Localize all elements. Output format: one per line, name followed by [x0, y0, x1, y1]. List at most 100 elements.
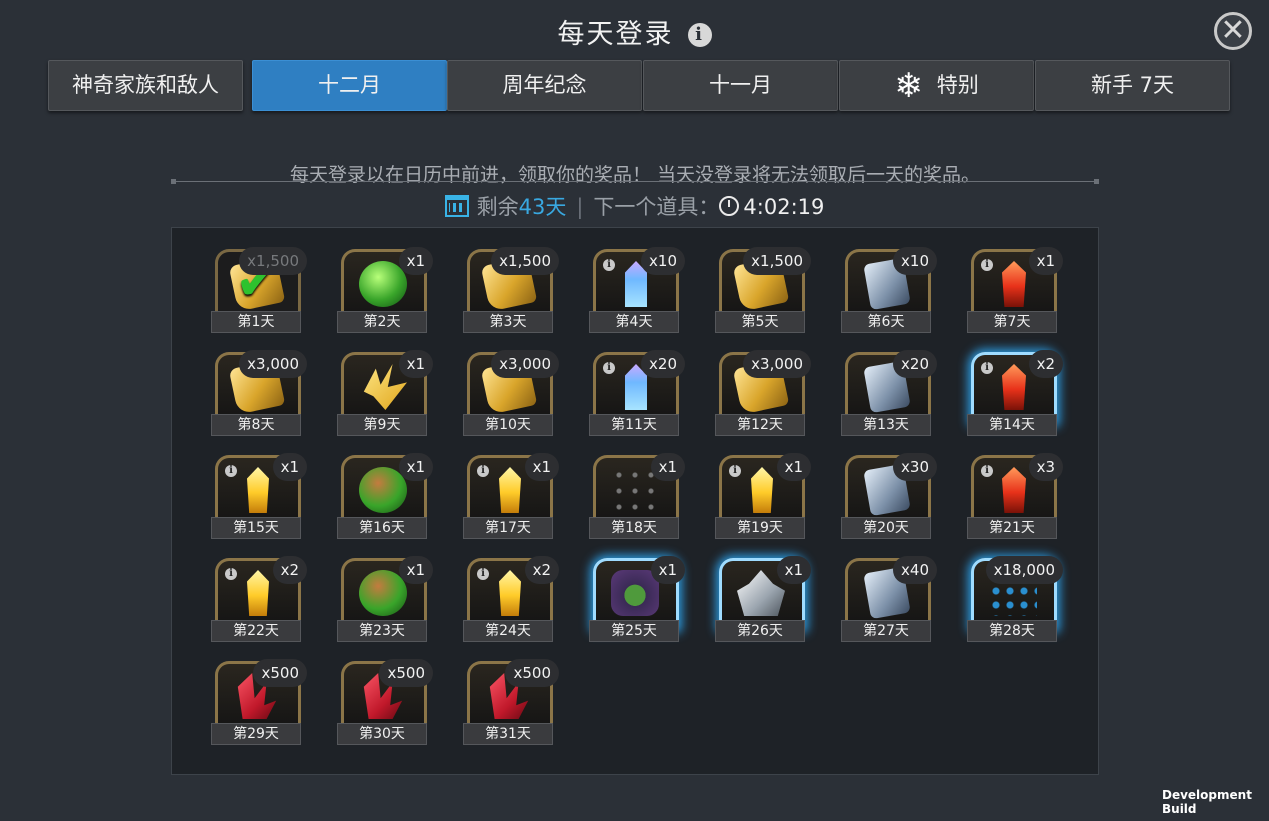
reward-quantity: x3,000	[743, 350, 811, 378]
reward-day-4[interactable]: i x10 第4天	[589, 247, 685, 337]
info-icon[interactable]: i	[981, 465, 993, 477]
reward-quantity: x1	[398, 453, 433, 481]
snowflake-icon: ❄	[894, 66, 923, 106]
champion-icon	[611, 570, 659, 616]
reward-quantity: x1	[650, 556, 685, 584]
reward-day-29[interactable]: x500 第29天	[211, 659, 307, 749]
reward-day-18[interactable]: x1 第18天	[589, 453, 685, 543]
reward-day-30[interactable]: x500 第30天	[337, 659, 433, 749]
reward-day-25[interactable]: x1 第25天	[589, 556, 685, 646]
reward-day-label: 第16天	[337, 517, 427, 539]
reward-day-2[interactable]: x1 第2天	[337, 247, 433, 337]
info-icon[interactable]: i	[981, 362, 993, 374]
reward-day-17[interactable]: i x1 第17天	[463, 453, 559, 543]
reward-day-8[interactable]: x3,000 第8天	[211, 350, 307, 440]
reward-quantity: x20	[641, 350, 685, 378]
reward-day-label: 第12天	[715, 414, 805, 436]
divider	[171, 179, 1099, 184]
reward-day-label: 第1天	[211, 311, 301, 333]
info-icon[interactable]: i	[729, 465, 741, 477]
reward-quantity: x10	[641, 247, 685, 275]
info-icon[interactable]: i	[225, 465, 237, 477]
reward-day-label: 第30天	[337, 723, 427, 745]
reward-day-7[interactable]: i x1 第7天	[967, 247, 1063, 337]
timer-icon	[719, 196, 740, 216]
reward-day-9[interactable]: x1 第9天	[337, 350, 433, 440]
reward-day-11[interactable]: i x20 第11天	[589, 350, 685, 440]
reward-day-label: 第22天	[211, 620, 301, 642]
close-icon: ✕	[1220, 13, 1246, 48]
network-icon	[611, 467, 659, 513]
reward-day-label: 第18天	[589, 517, 679, 539]
close-button[interactable]: ✕	[1214, 12, 1252, 50]
reward-day-14[interactable]: i x2 第14天	[967, 350, 1063, 440]
reward-day-label: 第26天	[715, 620, 805, 642]
tab-december[interactable]: 十二月	[252, 60, 447, 111]
development-build-label: Development Build	[1162, 788, 1252, 816]
reward-day-label: 第8天	[211, 414, 301, 436]
reward-quantity: x3,000	[239, 350, 307, 378]
reward-quantity: x2	[524, 556, 559, 584]
tab-marvel-family[interactable]: 神奇家族和敌人	[48, 60, 243, 111]
reward-day-21[interactable]: i x3 第21天	[967, 453, 1063, 543]
reward-day-26[interactable]: x1 第26天	[715, 556, 811, 646]
remaining-days: 43	[518, 195, 546, 219]
reward-day-10[interactable]: x3,000 第10天	[463, 350, 559, 440]
reward-calendar-grid: ✔ x1,500 第1天 x1 第2天 x1,500 第3天 i x10 第4天 x1,500 第5天…	[171, 227, 1099, 775]
reward-day-label: 第21天	[967, 517, 1057, 539]
reward-quantity: x1	[1028, 247, 1063, 275]
reward-day-3[interactable]: x1,500 第3天	[463, 247, 559, 337]
reward-quantity: x2	[1028, 350, 1063, 378]
info-icon[interactable]: i	[687, 23, 712, 47]
reward-day-22[interactable]: i x2 第22天	[211, 556, 307, 646]
reward-quantity: x2	[272, 556, 307, 584]
reward-quantity: x30	[893, 453, 937, 481]
reward-quantity: x1,500	[743, 247, 811, 275]
reward-quantity: x500	[505, 659, 559, 687]
separator: |	[576, 195, 584, 219]
tab-anniversary[interactable]: 周年纪念	[447, 60, 642, 111]
reward-day-label: 第25天	[589, 620, 679, 642]
reward-day-6[interactable]: x10 第6天	[841, 247, 937, 337]
reward-day-27[interactable]: x40 第27天	[841, 556, 937, 646]
reward-quantity: x1,500	[239, 247, 307, 275]
reward-quantity: x20	[893, 350, 937, 378]
tab-label: 十二月	[318, 73, 381, 97]
reward-day-label: 第24天	[463, 620, 553, 642]
info-icon[interactable]: i	[225, 568, 237, 580]
reward-day-23[interactable]: x1 第23天	[337, 556, 433, 646]
info-icon[interactable]: i	[603, 259, 615, 271]
reward-day-13[interactable]: x20 第13天	[841, 350, 937, 440]
reward-day-31[interactable]: x500 第31天	[463, 659, 559, 749]
reward-day-12[interactable]: x3,000 第12天	[715, 350, 811, 440]
reward-day-15[interactable]: i x1 第15天	[211, 453, 307, 543]
reward-day-label: 第10天	[463, 414, 553, 436]
reward-day-28[interactable]: x18,000 第28天	[967, 556, 1063, 646]
info-icon[interactable]: i	[477, 568, 489, 580]
reward-day-label: 第23天	[337, 620, 427, 642]
info-icon[interactable]: i	[603, 362, 615, 374]
reward-day-label: 第31天	[463, 723, 553, 745]
reward-quantity: x1	[398, 350, 433, 378]
tab-label: 十一月	[709, 73, 772, 97]
reward-day-16[interactable]: x1 第16天	[337, 453, 433, 543]
description-text: 每天登录以在日历中前进，领取你的奖品！ 当天没登录将无法领取后一天的奖品。	[289, 164, 981, 186]
tab-november[interactable]: 十一月	[643, 60, 838, 111]
remaining-suffix: 天	[545, 195, 567, 219]
reward-day-20[interactable]: x30 第20天	[841, 453, 937, 543]
reward-day-19[interactable]: i x1 第19天	[715, 453, 811, 543]
reward-day-24[interactable]: i x2 第24天	[463, 556, 559, 646]
reward-quantity: x1	[776, 453, 811, 481]
reward-quantity: x1	[650, 453, 685, 481]
tab-label: 神奇家族和敌人	[72, 73, 219, 97]
tab-special[interactable]: ❄ 特别	[839, 60, 1034, 111]
reward-quantity: x1	[398, 556, 433, 584]
reward-quantity: x10	[893, 247, 937, 275]
info-icon[interactable]: i	[477, 465, 489, 477]
reward-day-5[interactable]: x1,500 第5天	[715, 247, 811, 337]
reward-day-label: 第29天	[211, 723, 301, 745]
reward-day-1[interactable]: ✔ x1,500 第1天	[211, 247, 307, 337]
tab-newbie-7days[interactable]: 新手 7天	[1035, 60, 1230, 111]
tab-label: 周年纪念	[502, 73, 587, 97]
info-icon[interactable]: i	[981, 259, 993, 271]
